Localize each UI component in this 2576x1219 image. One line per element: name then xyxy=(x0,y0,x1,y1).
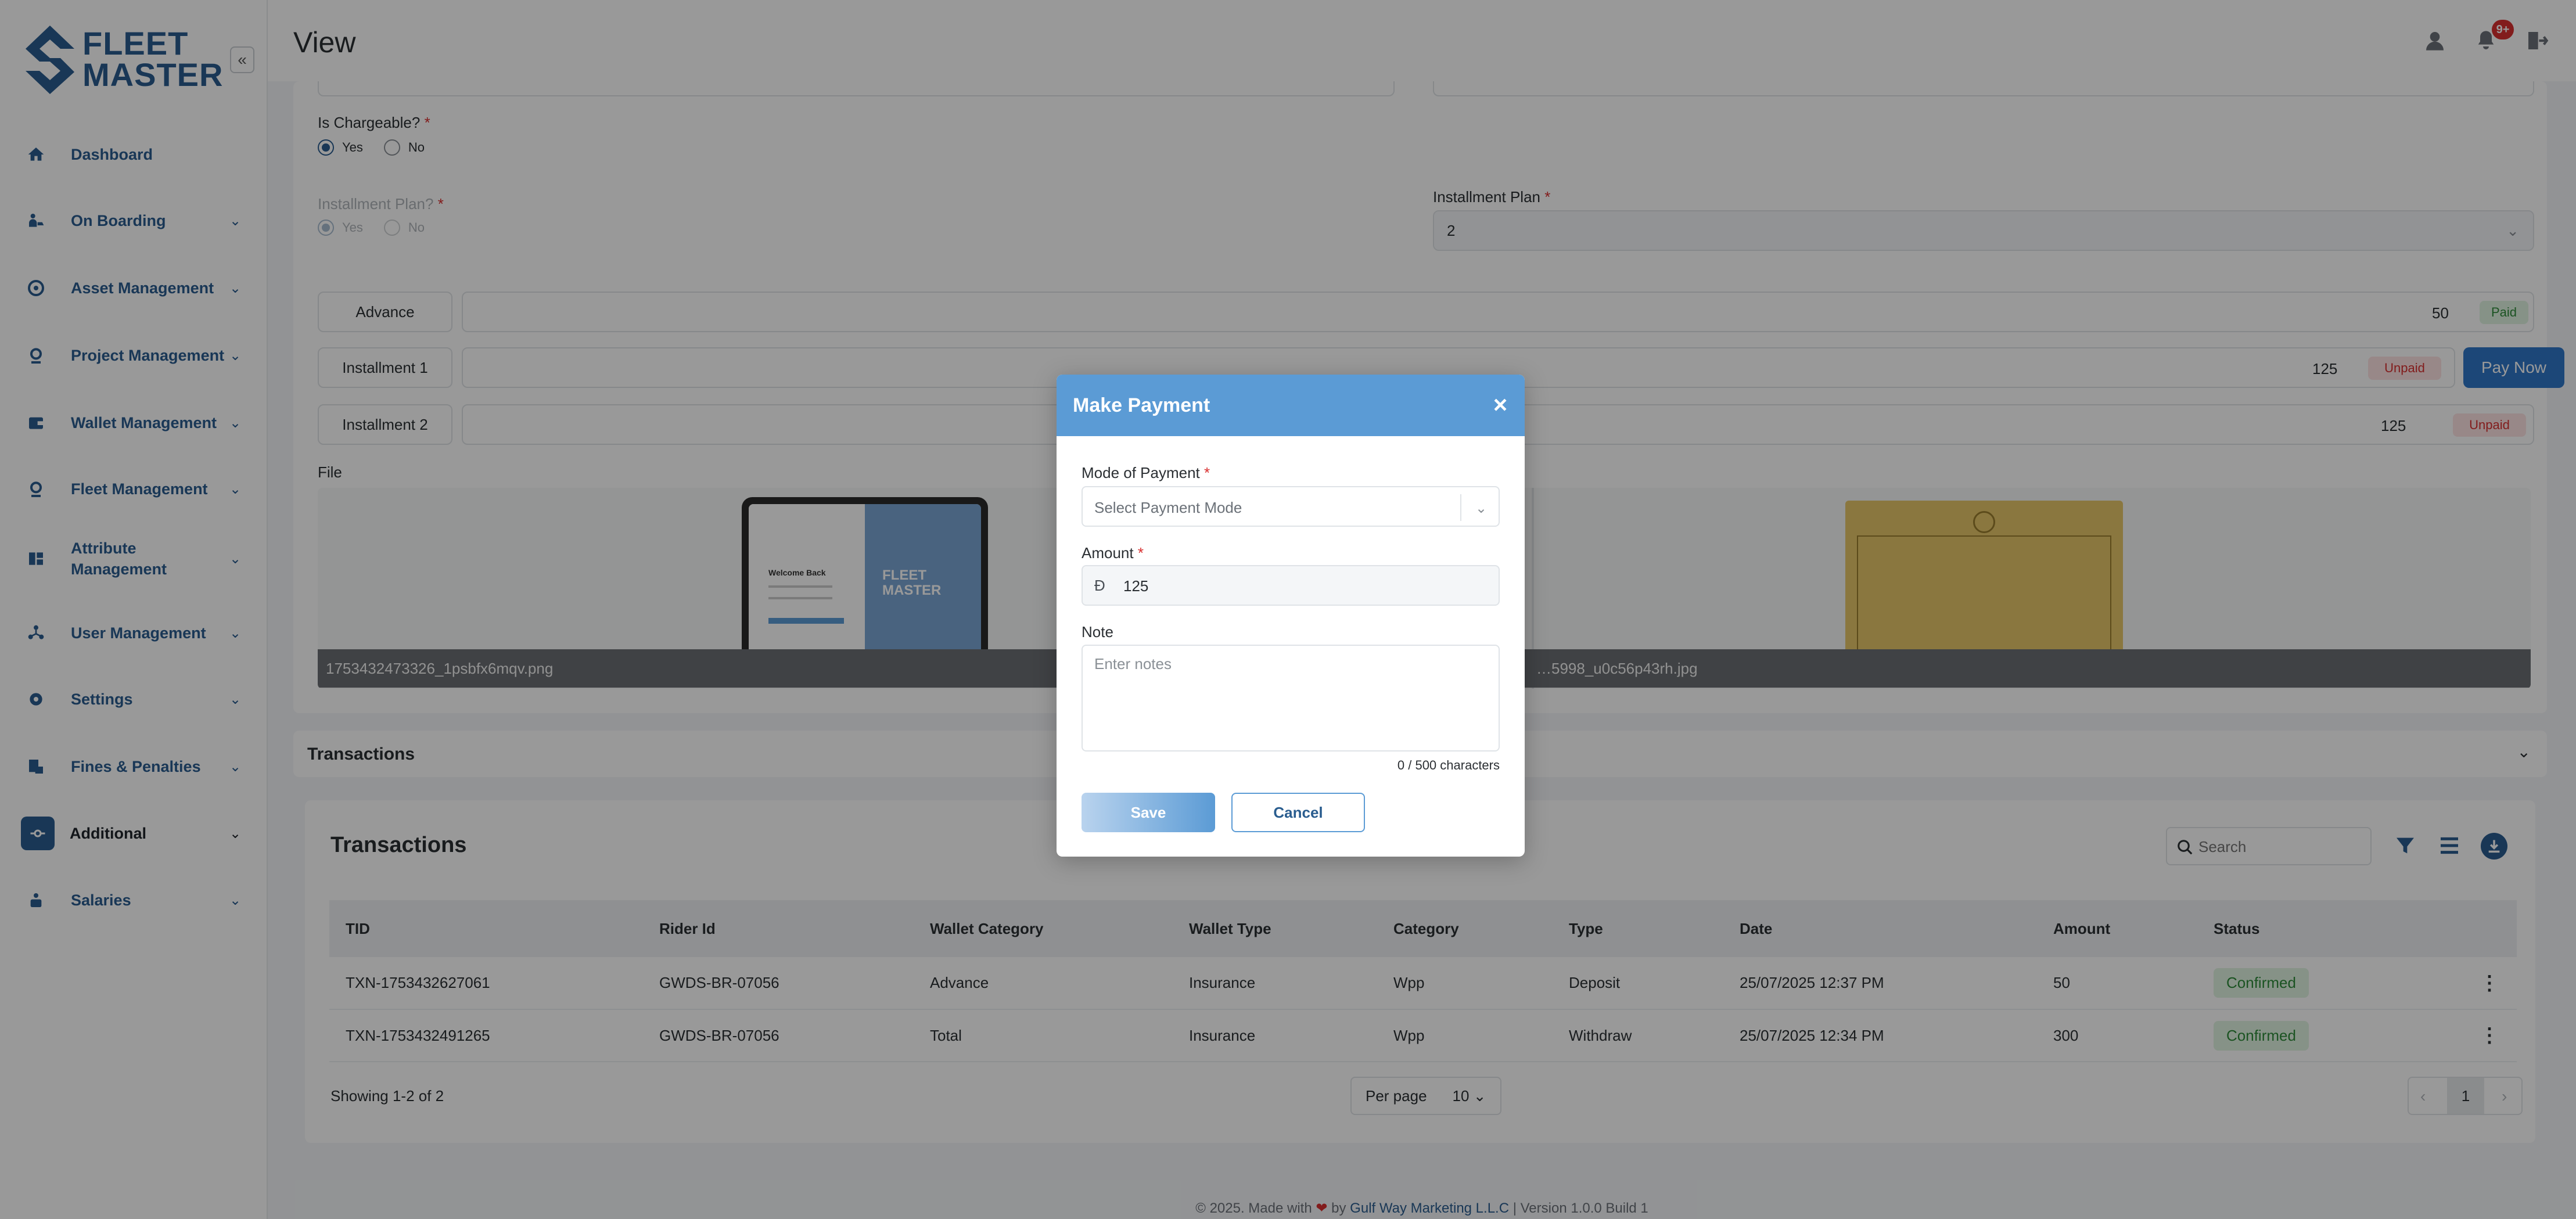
mode-placeholder: Select Payment Mode xyxy=(1094,499,1242,516)
mode-of-payment-select[interactable]: Select Payment Mode ⌄ xyxy=(1082,486,1500,527)
modal-title: Make Payment xyxy=(1073,394,1210,416)
mode-of-payment-label: Mode of Payment * xyxy=(1082,464,1210,481)
currency-icon: Đ xyxy=(1094,577,1105,594)
amount-label: Amount * xyxy=(1082,544,1144,562)
modal-header: Make Payment × xyxy=(1057,375,1525,436)
make-payment-modal: Make Payment × Mode of Payment * Select … xyxy=(1057,375,1525,857)
character-counter: 0 / 500 characters xyxy=(1397,758,1500,772)
save-button[interactable]: Save xyxy=(1082,793,1215,832)
amount-input[interactable] xyxy=(1123,573,1483,599)
cancel-button[interactable]: Cancel xyxy=(1231,793,1365,832)
note-textarea[interactable] xyxy=(1082,645,1500,751)
chevron-down-icon: ⌄ xyxy=(1475,500,1488,516)
amount-field: Đ xyxy=(1082,565,1500,606)
note-label: Note xyxy=(1082,623,1113,641)
close-icon: × xyxy=(1493,391,1508,418)
close-button[interactable]: × xyxy=(1489,391,1512,418)
